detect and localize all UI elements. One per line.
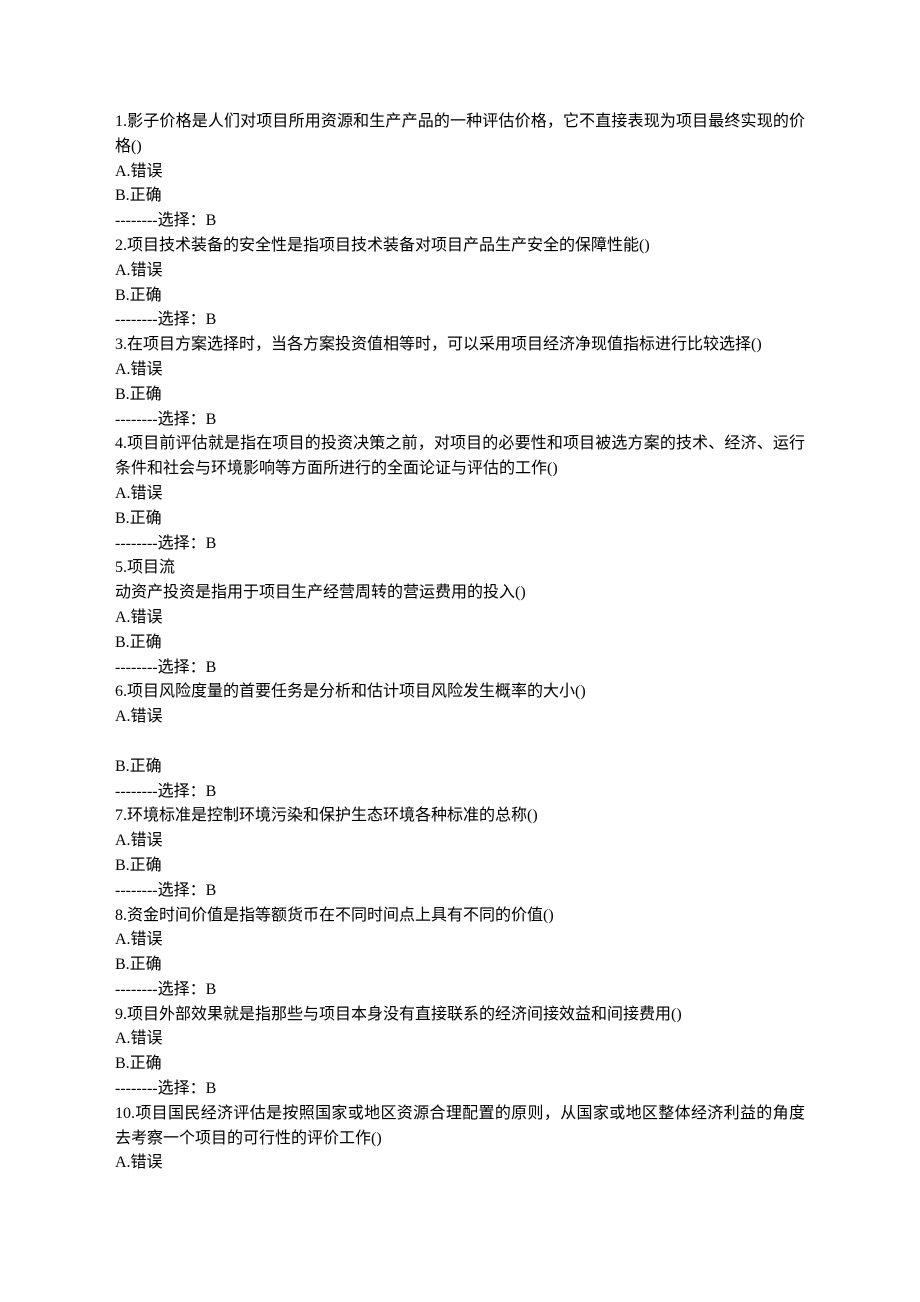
answer-value: B [206, 535, 217, 552]
question-body: 资金时间价值是指等额货币在不同时间点上具有不同的价值() [127, 907, 554, 924]
question-body: 在项目方案选择时，当各方案投资值相等时，可以采用项目经济净现值指标进行比较选择(… [127, 336, 762, 353]
question-body: 环境标准是控制环境污染和保护生态环境各种标准的总称() [127, 807, 538, 824]
question-text: 9.项目外部效果就是指那些与项目本身没有直接联系的经济间接效益和间接费用() [115, 1003, 805, 1028]
question-number: 6 [115, 683, 123, 700]
question-4: 4.项目前评估就是指在项目的投资决策之前，对项目的必要性和项目被选方案的技术、经… [115, 432, 805, 556]
option-b: B.正确 [115, 184, 805, 209]
answer-line: --------选择：B [115, 879, 805, 904]
question-7: 7.环境标准是控制环境污染和保护生态环境各种标准的总称() A.错误 B.正确 … [115, 804, 805, 903]
answer-value: B [206, 981, 217, 998]
option-a: A.错误 [115, 1027, 805, 1052]
option-b: B.正确 [115, 854, 805, 879]
question-text: 2.项目技术装备的安全性是指项目技术装备对项目产品生产安全的保障性能() [115, 234, 805, 259]
option-b: B.正确 [115, 284, 805, 309]
answer-prefix: --------选择： [115, 882, 206, 899]
answer-value: B [206, 212, 217, 229]
question-body: 项目前评估就是指在项目的投资决策之前，对项目的必要性和项目被选方案的技术、经济、… [115, 435, 805, 477]
answer-prefix: --------选择： [115, 981, 206, 998]
answer-value: B [206, 411, 217, 428]
question-1: 1.影子价格是人们对项目所用资源和生产产品的一种评估价格，它不直接表现为项目最终… [115, 110, 805, 234]
question-2: 2.项目技术装备的安全性是指项目技术装备对项目产品生产安全的保障性能() A.错… [115, 234, 805, 333]
option-b: B.正确 [115, 383, 805, 408]
question-number: 10 [115, 1105, 131, 1122]
option-a: A.错误 [115, 160, 805, 185]
option-a: A.错误 [115, 705, 805, 730]
question-text: 6.项目风险度量的首要任务是分析和估计项目风险发生概率的大小() [115, 680, 805, 705]
question-10: 10.项目国民经济评估是按照国家或地区资源合理配置的原则，从国家或地区整体经济利… [115, 1102, 805, 1176]
question-number: 3 [115, 336, 123, 353]
option-a: A.错误 [115, 1151, 805, 1176]
answer-value: B [206, 1080, 217, 1097]
question-number: 8 [115, 907, 123, 924]
answer-value: B [206, 311, 217, 328]
question-text: 8.资金时间价值是指等额货币在不同时间点上具有不同的价值() [115, 904, 805, 929]
answer-line: --------选择：B [115, 532, 805, 557]
question-number: 5 [115, 559, 123, 576]
answer-line: --------选择：B [115, 978, 805, 1003]
answer-prefix: --------选择： [115, 311, 206, 328]
answer-line: --------选择：B [115, 408, 805, 433]
question-text: 3.在项目方案选择时，当各方案投资值相等时，可以采用项目经济净现值指标进行比较选… [115, 333, 805, 358]
option-a: A.错误 [115, 928, 805, 953]
question-body: 项目风险度量的首要任务是分析和估计项目风险发生概率的大小() [127, 683, 586, 700]
question-text: 1.影子价格是人们对项目所用资源和生产产品的一种评估价格，它不直接表现为项目最终… [115, 110, 805, 160]
question-number: 9 [115, 1006, 123, 1023]
option-b: B.正确 [115, 953, 805, 978]
question-8: 8.资金时间价值是指等额货币在不同时间点上具有不同的价值() A.错误 B.正确… [115, 904, 805, 1003]
answer-prefix: --------选择： [115, 535, 206, 552]
blank-line [115, 730, 805, 755]
answer-line: --------选择：B [115, 780, 805, 805]
question-body: 项目技术装备的安全性是指项目技术装备对项目产品生产安全的保障性能() [127, 237, 650, 254]
question-6: 6.项目风险度量的首要任务是分析和估计项目风险发生概率的大小() A.错误 B.… [115, 680, 805, 804]
answer-prefix: --------选择： [115, 411, 206, 428]
question-text: 5.项目流 [115, 556, 805, 581]
question-number: 2 [115, 237, 123, 254]
question-number: 4 [115, 435, 123, 452]
answer-line: --------选择：B [115, 209, 805, 234]
option-b: B.正确 [115, 631, 805, 656]
answer-prefix: --------选择： [115, 659, 206, 676]
answer-line: --------选择：B [115, 308, 805, 333]
answer-prefix: --------选择： [115, 783, 206, 800]
question-text: 7.环境标准是控制环境污染和保护生态环境各种标准的总称() [115, 804, 805, 829]
answer-prefix: --------选择： [115, 212, 206, 229]
question-text-line2: 动资产投资是指用于项目生产经营周转的营运费用的投入() [115, 581, 805, 606]
question-body: 项目国民经济评估是按照国家或地区资源合理配置的原则，从国家或地区整体经济利益的角… [115, 1105, 805, 1147]
question-text: 10.项目国民经济评估是按照国家或地区资源合理配置的原则，从国家或地区整体经济利… [115, 1102, 805, 1152]
option-a: A.错误 [115, 606, 805, 631]
answer-value: B [206, 783, 217, 800]
question-3: 3.在项目方案选择时，当各方案投资值相等时，可以采用项目经济净现值指标进行比较选… [115, 333, 805, 432]
option-a: A.错误 [115, 358, 805, 383]
question-5: 5.项目流 动资产投资是指用于项目生产经营周转的营运费用的投入() A.错误 B… [115, 556, 805, 680]
question-body: 影子价格是人们对项目所用资源和生产产品的一种评估价格，它不直接表现为项目最终实现… [115, 113, 805, 155]
answer-line: --------选择：B [115, 1077, 805, 1102]
question-text: 4.项目前评估就是指在项目的投资决策之前，对项目的必要性和项目被选方案的技术、经… [115, 432, 805, 482]
question-body-line1: 项目流 [127, 559, 175, 576]
option-a: A.错误 [115, 482, 805, 507]
option-b: B.正确 [115, 755, 805, 780]
question-number: 1 [115, 113, 123, 130]
answer-line: --------选择：B [115, 656, 805, 681]
option-a: A.错误 [115, 259, 805, 284]
answer-prefix: --------选择： [115, 1080, 206, 1097]
question-9: 9.项目外部效果就是指那些与项目本身没有直接联系的经济间接效益和间接费用() A… [115, 1003, 805, 1102]
option-b: B.正确 [115, 1052, 805, 1077]
question-body: 项目外部效果就是指那些与项目本身没有直接联系的经济间接效益和间接费用() [127, 1006, 682, 1023]
question-number: 7 [115, 807, 123, 824]
answer-value: B [206, 659, 217, 676]
option-b: B.正确 [115, 507, 805, 532]
option-a: A.错误 [115, 829, 805, 854]
answer-value: B [206, 882, 217, 899]
